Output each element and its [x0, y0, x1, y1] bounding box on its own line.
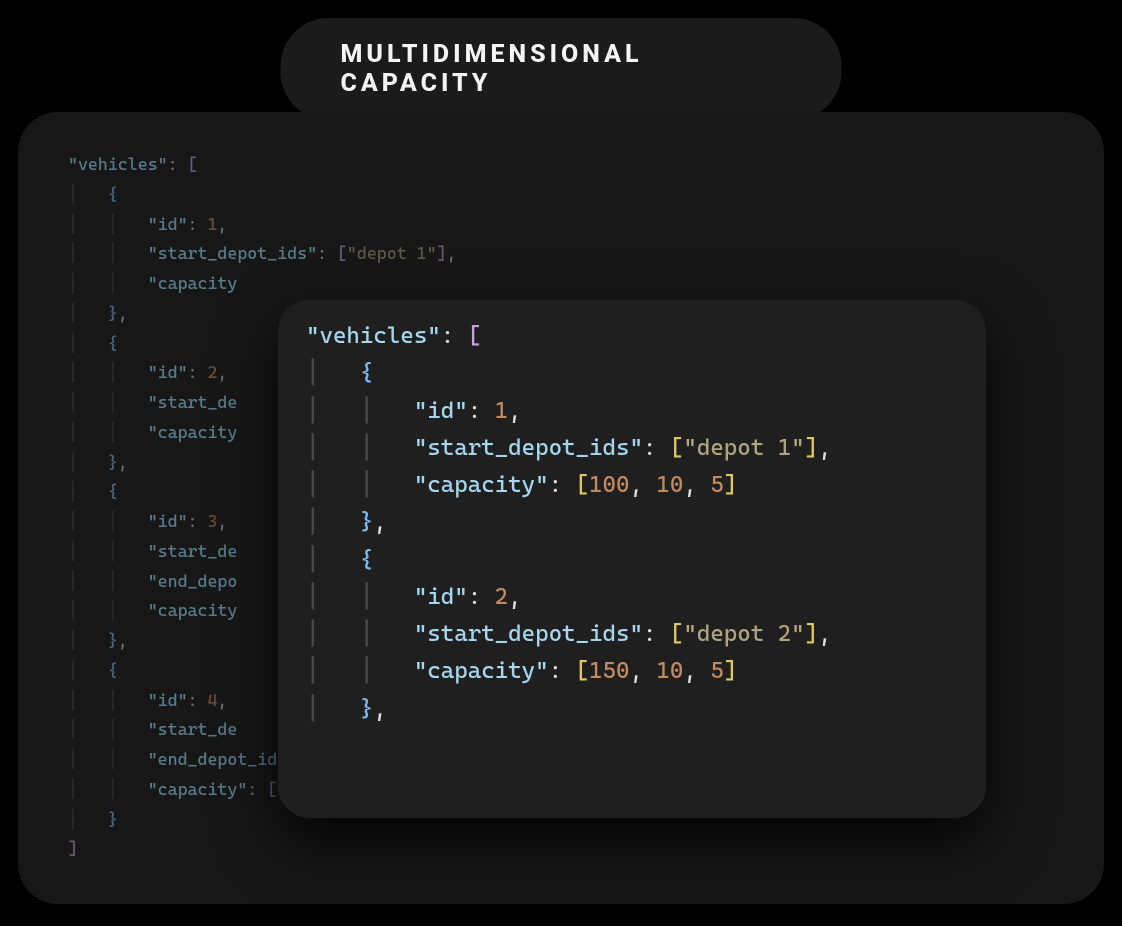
page-title: MULTIDIMENSIONAL CAPACITY [281, 18, 842, 120]
code-card-foreground: "vehicles": [ │ { │ │ "id": 1, │ │ "star… [278, 300, 986, 818]
code-block-foreground: "vehicles": [ │ { │ │ "id": 1, │ │ "star… [306, 318, 958, 728]
